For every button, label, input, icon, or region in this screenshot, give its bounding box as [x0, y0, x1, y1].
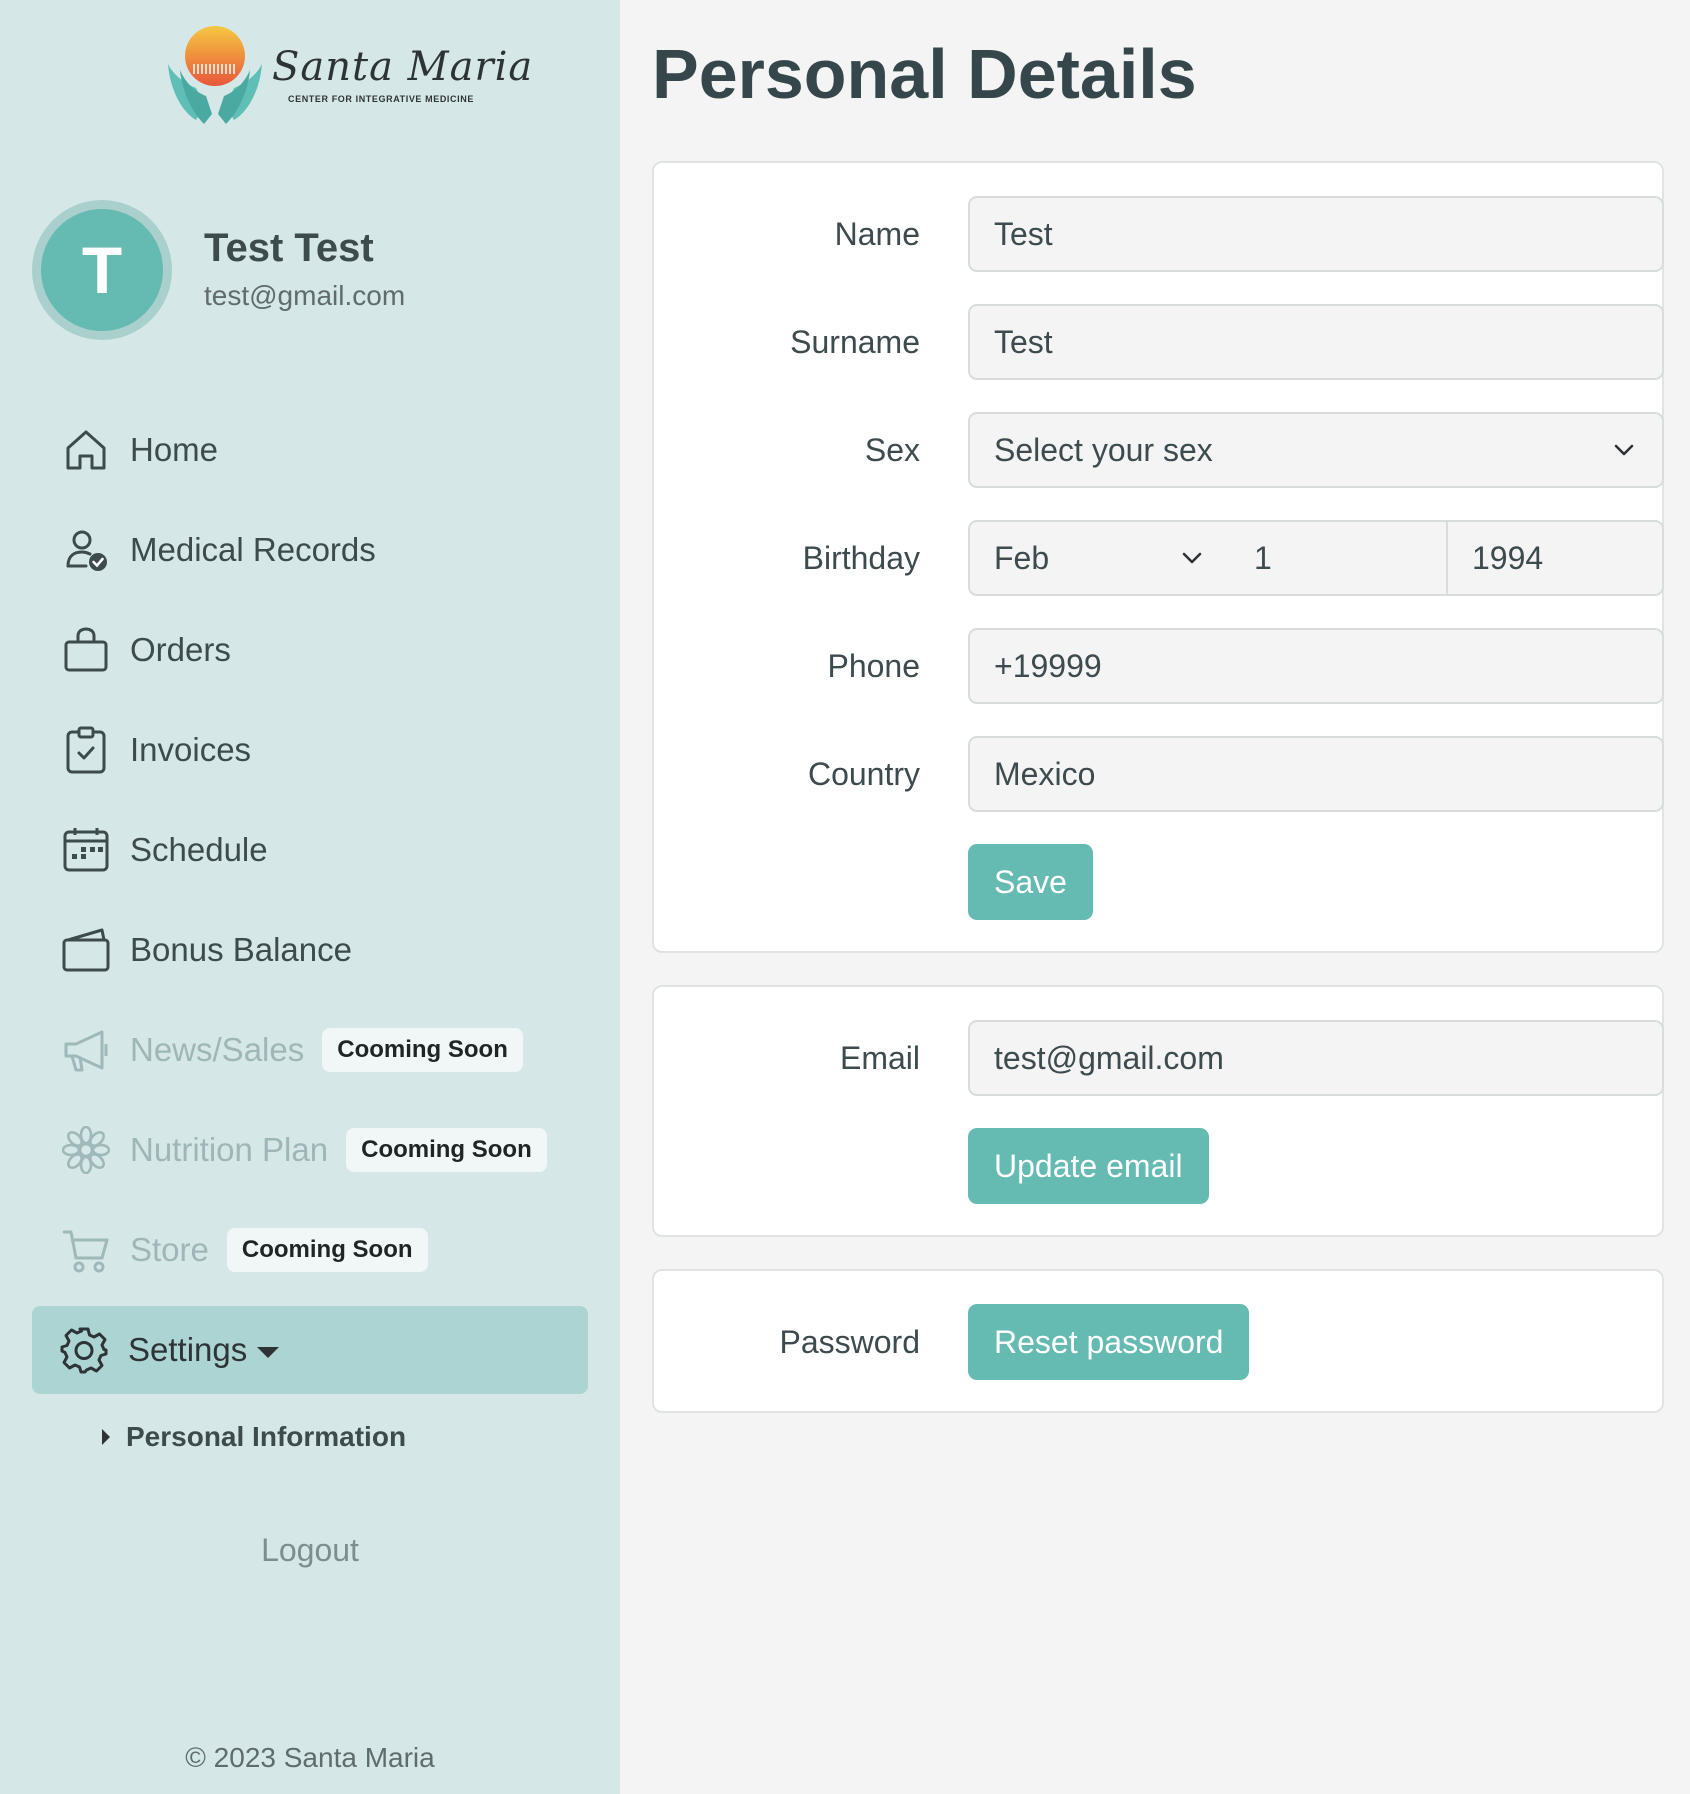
- sidebar-nav: Home Medical Records Orders Invoices Sch…: [32, 400, 588, 1480]
- sidebar-item-label: Settings: [128, 1331, 248, 1368]
- sidebar-item-label: Home: [130, 431, 219, 468]
- copyright: © 2023 Santa Maria: [185, 1742, 435, 1773]
- phone-label: Phone: [827, 648, 920, 684]
- user-check-icon: [62, 526, 110, 574]
- sidebar-item-orders[interactable]: Orders: [32, 600, 588, 700]
- email-field[interactable]: test@gmail.com: [968, 1020, 1664, 1096]
- gear-icon: [60, 1326, 108, 1374]
- profile-name: Test Test: [204, 226, 374, 270]
- flower-icon: [62, 1126, 110, 1174]
- reset-password-button[interactable]: Reset password: [968, 1304, 1250, 1380]
- birthday-row: Birthday Feb 1 1994: [654, 520, 1664, 596]
- country-field[interactable]: Mexico: [968, 736, 1664, 812]
- sidebar-item-label: Schedule: [130, 831, 268, 868]
- surname-label: Surname: [790, 324, 920, 360]
- phone-field[interactable]: +19999: [968, 628, 1664, 704]
- cart-icon: [62, 1226, 110, 1274]
- sidebar-item-home[interactable]: Home: [32, 400, 588, 500]
- coming-soon-badge: Cooming Soon: [346, 1128, 547, 1172]
- sidebar-item-label: Invoices: [130, 731, 252, 768]
- name-row: Name Test: [654, 196, 1664, 272]
- home-icon: [62, 426, 110, 474]
- sidebar-item-label: Bonus Balance: [130, 931, 352, 968]
- sex-select[interactable]: Select your sex: [968, 412, 1664, 488]
- surname-field[interactable]: Test: [968, 304, 1664, 380]
- santa-maria-logo[interactable]: Santa Maria CENTER FOR INTEGRATIVE MEDIC…: [160, 26, 532, 126]
- logo-emblem-icon: [168, 26, 262, 124]
- megaphone-icon: [62, 1026, 110, 1074]
- profile-email: test@gmail.com: [204, 280, 406, 311]
- email-card: Email test@gmail.com Update email: [652, 985, 1664, 1237]
- sidebar-item-label: Orders: [130, 631, 231, 668]
- sidebar-subitem-label: Personal Information: [126, 1421, 407, 1452]
- sidebar: Santa Maria CENTER FOR INTEGRATIVE MEDIC…: [0, 0, 620, 1794]
- birthday-year-field[interactable]: 1994: [1446, 520, 1664, 596]
- coming-soon-badge: Cooming Soon: [322, 1028, 523, 1072]
- country-row: Country Mexico: [654, 736, 1664, 812]
- page-title: Personal Details: [652, 35, 1197, 113]
- birthday-label: Birthday: [802, 540, 920, 576]
- personal-details-card: Name Test Surname Test Sex Select your s…: [652, 161, 1664, 953]
- main-content: Personal Details Name Test Surname Test …: [620, 0, 1690, 1794]
- sidebar-item-medical-records[interactable]: Medical Records: [32, 500, 588, 600]
- chevron-down-icon: [1610, 436, 1638, 464]
- sidebar-item-invoices[interactable]: Invoices: [32, 700, 588, 800]
- sidebar-item-news-sales[interactable]: News/Sales Cooming Soon: [32, 1000, 588, 1100]
- password-row: Password Reset password: [654, 1304, 1662, 1380]
- logout-link[interactable]: Logout: [0, 1532, 620, 1569]
- sex-select-value: Select your sex: [994, 432, 1213, 468]
- clipboard-check-icon: [62, 726, 110, 774]
- calendar-icon: [62, 826, 110, 874]
- avatar[interactable]: T: [32, 200, 172, 340]
- caret-right-icon: [102, 1429, 110, 1445]
- caret-down-icon: [257, 1346, 280, 1358]
- birthday-day-field[interactable]: 1: [1230, 520, 1448, 596]
- sidebar-item-settings[interactable]: Settings: [32, 1306, 588, 1394]
- name-field[interactable]: Test: [968, 196, 1664, 272]
- birthday-month-value: Feb: [994, 540, 1050, 576]
- coming-soon-badge: Cooming Soon: [226, 1228, 428, 1272]
- sidebar-item-schedule[interactable]: Schedule: [32, 800, 588, 900]
- chevron-down-icon: [1178, 544, 1206, 572]
- sidebar-item-store[interactable]: Store Cooming Soon: [32, 1200, 588, 1300]
- sex-row: Sex Select your sex: [654, 412, 1664, 488]
- save-button[interactable]: Save: [968, 844, 1093, 920]
- wallet-icon: [62, 926, 110, 974]
- logo-tagline: CENTER FOR INTEGRATIVE MEDICINE: [288, 94, 474, 104]
- country-label: Country: [807, 756, 920, 792]
- password-label: Password: [779, 1324, 921, 1360]
- sidebar-item-nutrition-plan[interactable]: Nutrition Plan Cooming Soon: [32, 1100, 588, 1200]
- update-email-button[interactable]: Update email: [968, 1128, 1209, 1204]
- surname-row: Surname Test: [654, 304, 1664, 380]
- phone-row: Phone +19999: [654, 628, 1664, 704]
- shopping-bag-icon: [62, 626, 110, 674]
- sex-label: Sex: [864, 432, 920, 468]
- logo-script-name: Santa Maria: [272, 44, 534, 90]
- sidebar-item-bonus-balance[interactable]: Bonus Balance: [32, 900, 588, 1000]
- sidebar-subitem-personal-information[interactable]: Personal Information: [32, 1394, 588, 1480]
- sidebar-item-label: Medical Records: [130, 531, 376, 568]
- avatar-initial: T: [41, 209, 163, 331]
- sidebar-item-label: Store: [130, 1231, 209, 1268]
- name-label: Name: [834, 216, 920, 252]
- sidebar-item-label: News/Sales: [130, 1031, 305, 1068]
- email-label: Email: [839, 1040, 920, 1076]
- sidebar-item-label: Nutrition Plan: [130, 1131, 329, 1168]
- password-card: Password Reset password: [652, 1269, 1664, 1413]
- email-row: Email test@gmail.com: [654, 1020, 1664, 1096]
- user-profile: T Test Test test@gmail.com: [32, 200, 592, 340]
- birthday-month-select[interactable]: Feb: [968, 520, 1232, 596]
